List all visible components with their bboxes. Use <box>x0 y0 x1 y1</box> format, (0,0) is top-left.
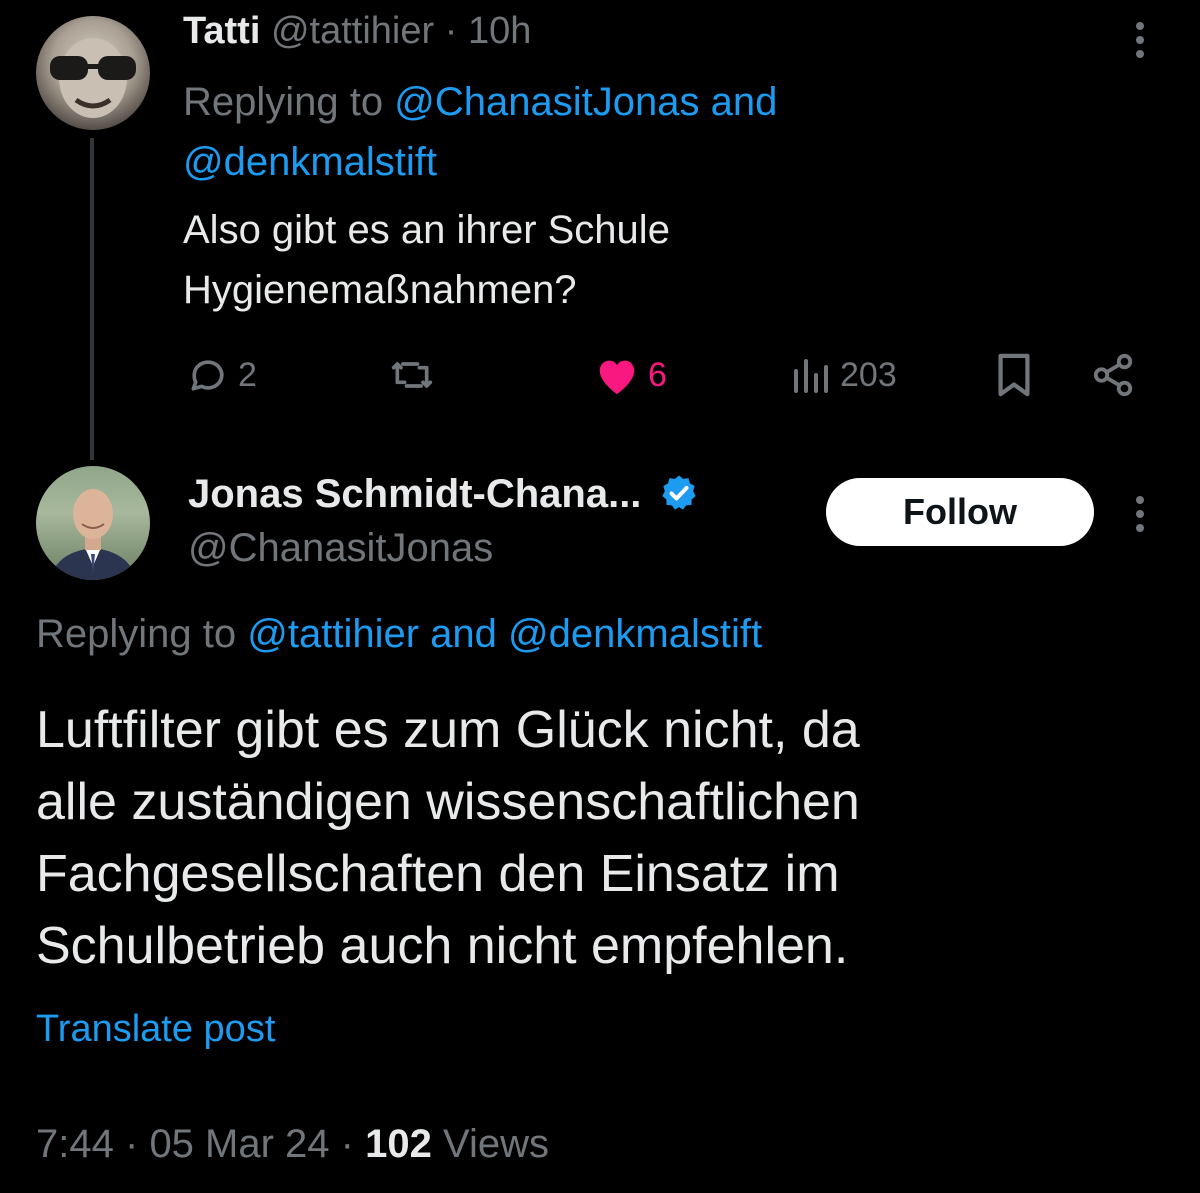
tweet-text-line: Also gibt es an ihrer Schule <box>183 208 670 252</box>
reply-button[interactable]: 2 <box>186 345 257 405</box>
reply-tweet-text: Also gibt es an ihrer Schule Hygienemaßn… <box>183 200 943 320</box>
reply-count: 2 <box>238 355 257 394</box>
reply-replying-to: Replying to @ChanasitJonas and @denkmals… <box>183 72 943 192</box>
main-author-name[interactable]: Jonas Schmidt-Chana... <box>188 472 641 516</box>
more-vertical-icon[interactable] <box>1130 20 1150 60</box>
replying-prefix: Replying to <box>36 612 237 656</box>
reply-tweet-header: Tatti @tattihier · 10h <box>183 10 531 53</box>
share-icon <box>1090 352 1136 398</box>
reply-author-name[interactable]: Tatti <box>183 10 260 52</box>
bookmark-button[interactable] <box>994 345 1034 405</box>
main-tweet-text: Luftfilter gibt es zum Glück nicht, da a… <box>36 694 1156 982</box>
main-author-handle[interactable]: @ChanasitJonas <box>188 526 493 571</box>
mention-link[interactable]: @tattihier <box>247 612 419 656</box>
views-button[interactable]: 203 <box>792 345 897 405</box>
tweet-text-line: Hygienemaßnahmen? <box>183 268 577 312</box>
like-button[interactable]: 6 <box>594 345 667 405</box>
views-count: 102 <box>365 1122 432 1166</box>
more-vertical-icon[interactable] <box>1130 494 1150 534</box>
tweet-time[interactable]: 7:44 <box>36 1122 114 1166</box>
tweet-text-line: Luftfilter gibt es zum Glück nicht, da <box>36 701 860 759</box>
like-count: 6 <box>648 355 667 394</box>
separator: · <box>444 10 458 52</box>
main-author-name-row[interactable]: Jonas Schmidt-Chana... <box>188 472 699 523</box>
replying-prefix: Replying to <box>183 80 384 124</box>
main-replying-to: Replying to @tattihier and @denkmalstift <box>36 612 762 657</box>
separator: · <box>340 1122 354 1166</box>
retweet-button[interactable] <box>388 345 436 405</box>
thread-line <box>90 138 94 460</box>
share-button[interactable] <box>1090 345 1136 405</box>
tweet-text-line: Schulbetrieb auch nicht empfehlen. <box>36 917 849 975</box>
follow-button[interactable]: Follow <box>826 478 1094 546</box>
tweet-text-line: Fachgesellschaften den Einsatz im <box>36 845 840 903</box>
retweet-icon <box>388 353 436 397</box>
reply-author-handle[interactable]: @tattihier <box>271 10 434 52</box>
replying-and: and <box>710 80 778 124</box>
bookmark-icon <box>994 352 1034 398</box>
verified-badge-icon <box>659 473 699 523</box>
mention-link[interactable]: @denkmalstift <box>508 612 762 656</box>
reply-time[interactable]: 10h <box>468 10 531 52</box>
mention-link[interactable]: @denkmalstift <box>183 140 437 184</box>
tweet-date[interactable]: 05 Mar 24 <box>149 1122 329 1166</box>
translate-post-link[interactable]: Translate post <box>36 1008 275 1051</box>
bar-chart-icon <box>792 355 832 395</box>
mention-link[interactable]: @ChanasitJonas <box>394 80 699 124</box>
views-label: Views <box>443 1122 549 1166</box>
avatar-tatti[interactable] <box>36 16 150 130</box>
avatar-jonas[interactable] <box>36 466 150 580</box>
heart-icon <box>594 353 640 397</box>
tweet-meta: 7:44 · 05 Mar 24 · 102 Views <box>36 1122 549 1167</box>
tweet-text-line: alle zuständigen wissenschaftlichen <box>36 773 860 831</box>
speech-bubble-icon <box>186 353 230 397</box>
replying-and: and <box>430 612 497 656</box>
views-count: 203 <box>840 355 897 394</box>
separator: · <box>124 1122 139 1166</box>
